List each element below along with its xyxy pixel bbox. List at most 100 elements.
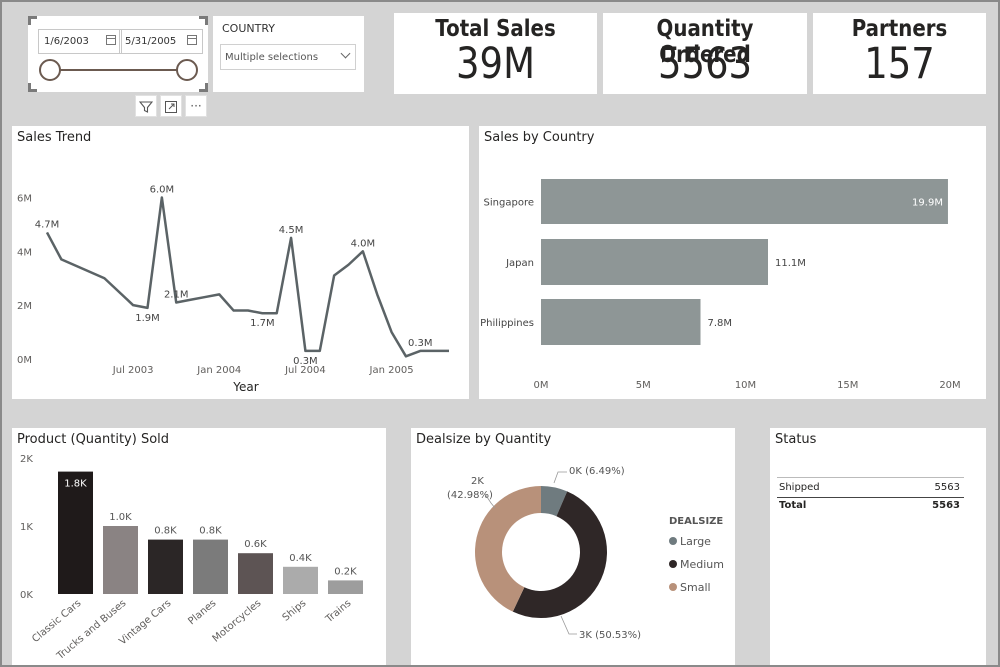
- focus-mode-icon: [165, 101, 177, 113]
- calendar-icon[interactable]: [187, 35, 197, 45]
- x-axis-label: Year: [232, 380, 258, 394]
- product-bar: [148, 539, 183, 594]
- data-label: 2.1M: [164, 289, 189, 300]
- sales-by-country-card[interactable]: Sales by Country Singapore 19.9M Japan 11.1…: [479, 126, 986, 399]
- data-label: 1.8K: [64, 479, 87, 490]
- sales-trend-card[interactable]: Sales Trend 0M 2M 4M 6M Jul 2003 Jan 2004 Jul …: [12, 126, 469, 399]
- product-bar: [238, 553, 273, 594]
- data-label: 0.6K: [244, 539, 267, 550]
- sales-trend-line: [45, 196, 449, 358]
- x-tick-label: 20M: [939, 380, 960, 391]
- category-label: Singapore: [484, 198, 534, 209]
- product-bar: [328, 580, 363, 594]
- total-value: 5563: [932, 500, 960, 511]
- filter-button[interactable]: [135, 95, 157, 117]
- kpi-value: 39M: [456, 39, 535, 89]
- filter-icon: [138, 101, 154, 113]
- status-card[interactable]: Status: [770, 428, 986, 667]
- x-tick-label: 15M: [837, 380, 858, 391]
- data-label: 7.8M: [708, 318, 733, 329]
- data-label: 0.3M: [293, 356, 318, 367]
- legend-label: Medium: [680, 558, 724, 571]
- y-tick-label: 0M: [17, 355, 32, 366]
- country-dropdown[interactable]: Multiple selections: [220, 44, 356, 70]
- category-label: Trains: [323, 598, 353, 626]
- legend-marker: [669, 583, 677, 591]
- y-tick-label: 1K: [20, 522, 33, 533]
- legend-marker: [669, 537, 677, 545]
- x-tick-label: Jul 2003: [112, 365, 154, 376]
- y-tick-label: 0K: [20, 590, 33, 601]
- product-bar: [103, 526, 138, 594]
- sales-by-country-chart: Singapore 19.9M Japan 11.1M Philippines 7.8M 0…: [480, 179, 961, 391]
- kpi-quantity-ordered: Quantity Ordered 5563: [603, 13, 807, 94]
- total-label: Total: [779, 500, 807, 511]
- range-start-handle[interactable]: [39, 59, 61, 81]
- chevron-down-icon: [340, 48, 351, 59]
- status-header-line: [777, 477, 964, 478]
- data-label: 1.7M: [250, 318, 275, 329]
- focus-mode-button[interactable]: [160, 95, 182, 117]
- data-label: 0.3M: [408, 338, 433, 349]
- slice-label: 2K: [471, 476, 484, 487]
- data-label: 6.0M: [150, 184, 175, 195]
- status-label: Shipped: [779, 482, 820, 493]
- data-label: 0.4K: [289, 553, 312, 564]
- y-tick-label: 2M: [17, 301, 32, 312]
- date-slicer-card: 1/6/2003 5/31/2005: [28, 16, 208, 92]
- country-bar: [541, 299, 701, 345]
- kpi-value: 5563: [657, 39, 753, 89]
- dealsize-chart: 0K (6.49%)3K (50.53%)2K(42.98%)DEALSIZEL…: [447, 466, 724, 641]
- kpi-value: 157: [864, 39, 935, 89]
- dealsize-card[interactable]: Dealsize by Quantity 0K (6.49%) 3K (50.53…: [411, 428, 735, 667]
- product-sold-card[interactable]: Product (Quantity) Sold 0K 1K 2K 1.8K Classi…: [12, 428, 386, 667]
- data-label: 4.5M: [279, 225, 304, 236]
- product-bar: [58, 471, 93, 594]
- status-value: 5563: [934, 482, 960, 493]
- category-label: Japan: [505, 258, 534, 269]
- y-tick-label: 2K: [20, 454, 33, 465]
- data-label: 4.7M: [35, 219, 60, 230]
- data-label: 4.0M: [351, 238, 376, 249]
- kpi-partners: Partners 157: [813, 13, 986, 94]
- legend-label: Small: [680, 581, 711, 594]
- table-total-row: Total 5563: [777, 500, 964, 516]
- data-label: 11.1M: [775, 258, 806, 269]
- x-tick-label: Jan 2005: [369, 365, 414, 376]
- legend-marker: [669, 560, 677, 568]
- category-label: Planes: [186, 598, 218, 627]
- category-label: Ships: [281, 598, 309, 624]
- more-options-icon: ···: [190, 99, 202, 113]
- x-tick-label: 5M: [636, 380, 651, 391]
- product-bar: [283, 566, 318, 594]
- kpi-total-sales: Total Sales 39M: [394, 13, 597, 94]
- legend-label: Large: [680, 535, 711, 548]
- country-dropdown-value: Multiple selections: [225, 52, 319, 63]
- calendar-icon[interactable]: [106, 35, 116, 45]
- country-bar: [541, 239, 768, 285]
- y-tick-label: 6M: [17, 193, 32, 204]
- data-label: 0.2K: [334, 566, 357, 577]
- category-label: Philippines: [480, 318, 534, 329]
- product-sold-chart: 0K1K2K1.8KClassic Cars1.0KTrucks and Bus…: [20, 454, 363, 663]
- category-label: Motorcycles: [211, 598, 264, 645]
- country-slicer-label: COUNTRY: [222, 22, 275, 35]
- range-end-handle[interactable]: [176, 59, 198, 81]
- data-label: 1.9M: [135, 313, 160, 324]
- x-tick-label: 0M: [534, 380, 549, 391]
- end-date-input[interactable]: 5/31/2005: [119, 29, 203, 54]
- more-options-button[interactable]: ···: [185, 95, 207, 117]
- leader-line: [560, 615, 577, 635]
- legend-title: DEALSIZE: [669, 516, 723, 527]
- status-total-line: [777, 497, 964, 498]
- date-range-track[interactable]: [50, 69, 186, 71]
- leader-line: [553, 471, 567, 484]
- data-label: 0.8K: [199, 526, 222, 537]
- start-date-input[interactable]: 1/6/2003: [38, 29, 122, 54]
- country-bar: [541, 179, 948, 224]
- data-label: 19.9M: [912, 198, 943, 209]
- table-row[interactable]: Shipped 5563: [777, 481, 964, 497]
- data-label: 0.8K: [154, 526, 177, 537]
- y-tick-label: 4M: [17, 247, 32, 258]
- end-date-value: 5/31/2005: [125, 36, 177, 47]
